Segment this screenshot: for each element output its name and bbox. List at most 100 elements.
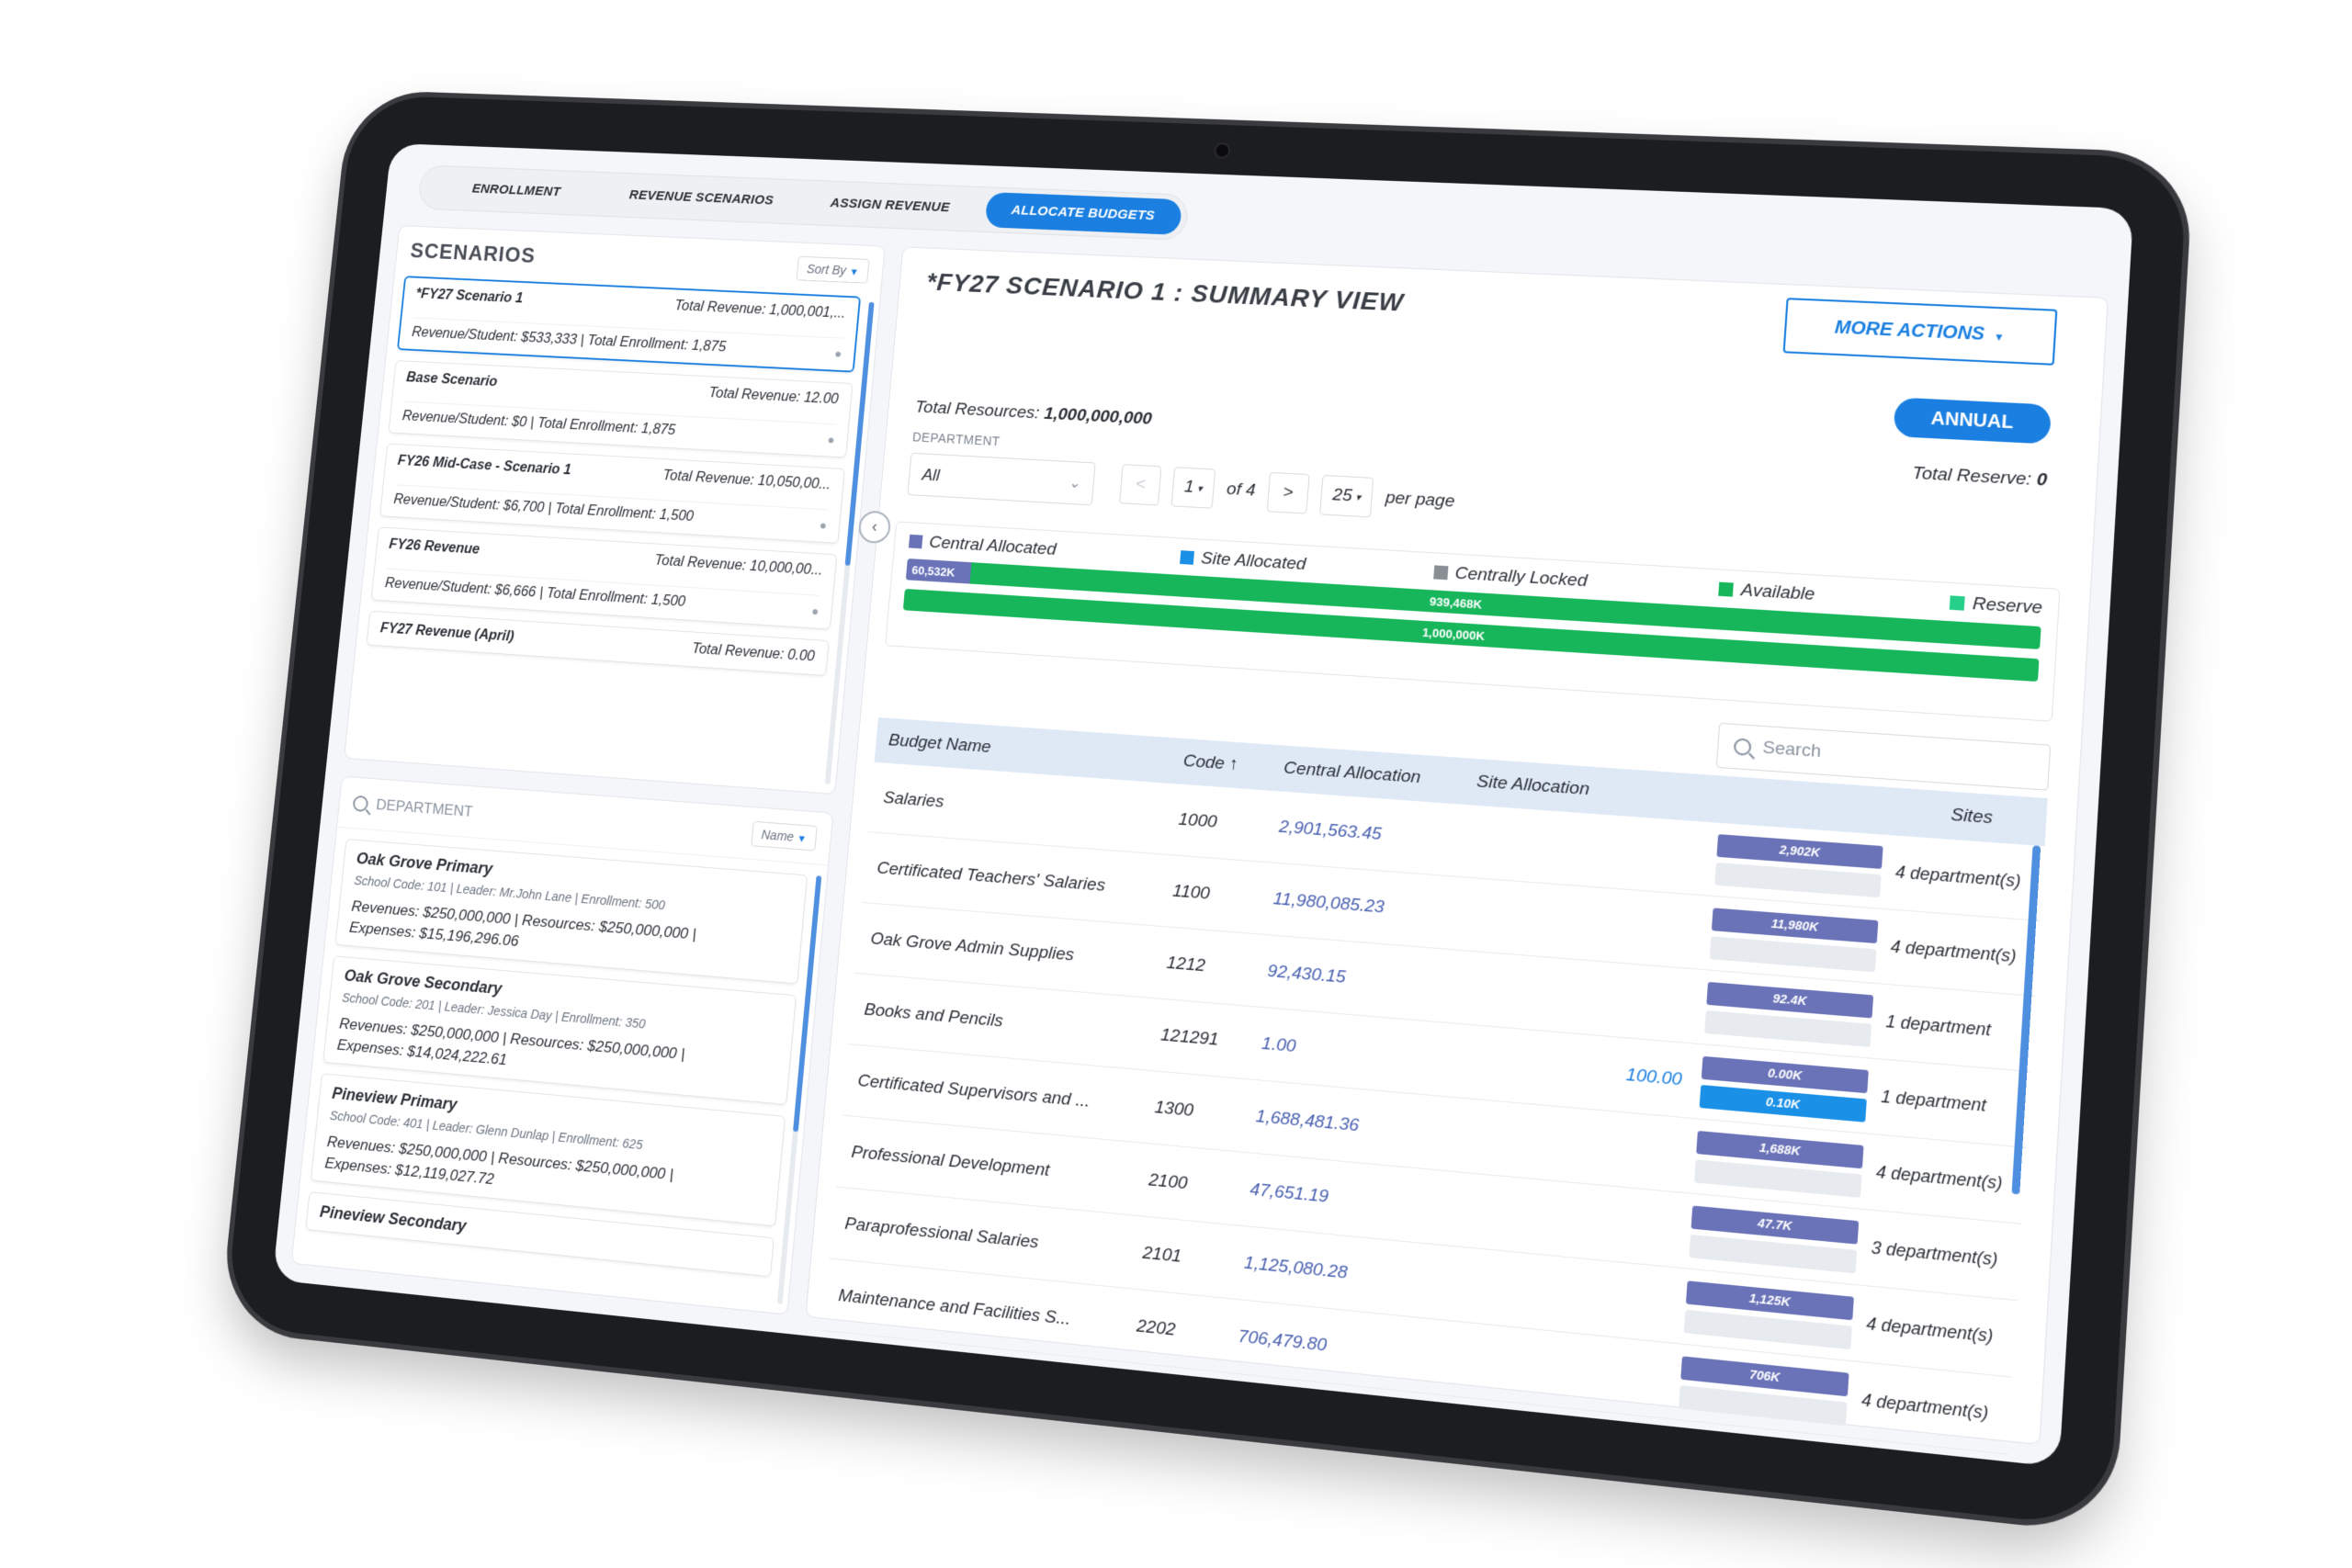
sites-count[interactable]: 1 department xyxy=(1881,1087,1987,1116)
sites-count[interactable]: 1 department xyxy=(1885,1011,1992,1040)
allocation-bars: 2,902K xyxy=(1714,833,1883,897)
budget-name: Fundraiser Funds xyxy=(824,1429,960,1465)
legend-label: Available xyxy=(1740,580,1816,605)
budget-name: Oak Grove Admin Supplies xyxy=(869,929,1075,965)
annual-toggle-button[interactable]: ANNUAL xyxy=(1893,397,2052,445)
central-allocation-value[interactable]: 1,688,481.36 xyxy=(1255,1106,1451,1145)
tab-revenue-scenarios[interactable]: REVENUE SCENARIOS xyxy=(606,177,797,220)
caret-down-icon: ▼ xyxy=(1993,332,2005,344)
total-resources: Total Resources: 1,000,000,000 xyxy=(914,398,1152,430)
scenario-card-bottom: Revenue/Student: $0 | Total Enrollment: … xyxy=(401,400,837,448)
central-allocation-value[interactable]: 11,980,085.23 xyxy=(1272,889,1467,925)
scenario-card[interactable]: FY26 Mid-Case - Scenario 1 Total Revenue:… xyxy=(379,443,845,544)
central-allocation-value[interactable]: 92,430.15 xyxy=(1267,961,1463,998)
allocation-cell: 11,980K 4 department(s) xyxy=(1710,907,2026,984)
scenarios-panel: SCENARIOS Sort By ▼ *FY27 Scenario 1 Total… xyxy=(343,225,886,795)
central-allocation-value[interactable]: 706,479.80 xyxy=(1238,1326,1434,1368)
user-icon: ● xyxy=(810,604,820,619)
site-allocation-value[interactable] xyxy=(1439,1282,1686,1306)
legend-swatch xyxy=(1718,581,1735,597)
user-icon: ● xyxy=(826,432,836,447)
budget-code: 3001 xyxy=(1124,1463,1227,1467)
caret-down-icon: ▼ xyxy=(849,266,860,278)
budget-name: Certificated Supervisors and ... xyxy=(856,1070,1091,1111)
sort-ascending-icon: ↑ xyxy=(1228,754,1239,775)
column-sites[interactable]: Sites xyxy=(1720,789,2032,832)
budget-code: 1100 xyxy=(1171,881,1211,904)
central-allocation-value[interactable]: 47,651.19 xyxy=(1250,1179,1446,1219)
sites-count[interactable]: 3 department(s) xyxy=(1871,1238,1998,1270)
column-code[interactable]: Code ↑ xyxy=(1182,751,1284,779)
site-allocation-value[interactable] xyxy=(1444,1208,1690,1231)
caret-down-icon: ▼ xyxy=(797,832,808,845)
name-sort-dropdown[interactable]: Name ▼ xyxy=(751,820,818,852)
site-allocation-value[interactable] xyxy=(1433,1357,1680,1382)
budget-code: 2101 xyxy=(1141,1242,1182,1267)
scenario-total-revenue: Total Revenue: 10,000,00... xyxy=(653,553,824,579)
legend-item: Reserve xyxy=(1949,592,2042,619)
budget-name: Paraprofessional Salaries xyxy=(843,1213,1040,1253)
sort-by-dropdown[interactable]: Sort By ▼ xyxy=(796,255,870,284)
next-page-button[interactable]: > xyxy=(1266,471,1310,514)
department-filter-label: DEPARTMENT xyxy=(911,429,1001,449)
sites-count[interactable]: 4 department(s) xyxy=(1875,1162,2003,1194)
sites-count[interactable]: 4 department(s) xyxy=(1890,937,2017,967)
scenario-meta: Revenue/Student: $0 | Total Enrollment: … xyxy=(401,409,676,438)
site-allocation-value[interactable] xyxy=(1450,1134,1696,1156)
collapse-chevron-left-icon[interactable]: ‹ xyxy=(857,510,892,545)
central-allocation-value[interactable]: 1,125,080.28 xyxy=(1243,1253,1440,1293)
budget-code: 1212 xyxy=(1166,953,1206,976)
central-allocation-value[interactable]: 2,901,563.45 xyxy=(1278,817,1473,852)
app-screen: ENROLLMENT REVENUE SCENARIOS ASSIGN REVE… xyxy=(272,142,2134,1468)
allocation-bars: 47.7K xyxy=(1689,1204,1860,1273)
budget-name: Books and Pencils xyxy=(863,999,1004,1032)
user-icon: ● xyxy=(833,345,843,361)
department-filter-value: All xyxy=(921,465,941,484)
sites-count[interactable]: 4 department(s) xyxy=(1860,1390,1989,1424)
per-page-label: per page xyxy=(1385,488,1456,512)
per-page-value: 25 xyxy=(1331,485,1353,506)
department-filter-select[interactable]: All ⌄ xyxy=(907,452,1096,506)
more-actions-button[interactable]: MORE ACTIONS ▼ xyxy=(1782,298,2058,366)
scenario-total-revenue: Total Revenue: 1,000,001,... xyxy=(673,298,847,321)
column-budget-name[interactable]: Budget Name xyxy=(888,731,1184,772)
scenario-meta: Revenue/Student: $533,333 | Total Enroll… xyxy=(411,324,727,355)
per-page-select[interactable]: 25 ▾ xyxy=(1318,474,1374,518)
total-reserve-value: 0 xyxy=(2036,469,2048,491)
scenario-list: *FY27 Scenario 1 Total Revenue: 1,000,001… xyxy=(356,276,880,678)
site-allocation-value[interactable] xyxy=(1462,987,1707,1008)
more-actions-label: MORE ACTIONS xyxy=(1834,317,1985,344)
legend-item: Centrally Locked xyxy=(1432,562,1588,592)
total-reserve-label: Total Reserve: xyxy=(1911,463,2032,490)
column-central-allocation[interactable]: Central Allocation xyxy=(1283,759,1477,793)
scenario-name: FY27 Revenue (April) xyxy=(379,620,515,645)
sort-by-label: Sort By xyxy=(806,261,847,277)
prev-page-button[interactable]: < xyxy=(1119,464,1162,506)
department-search-field[interactable]: DEPARTMENT xyxy=(352,794,473,820)
sites-count[interactable]: 4 department(s) xyxy=(1894,863,2021,892)
scenarios-title: SCENARIOS xyxy=(409,239,537,268)
user-icon: ● xyxy=(819,517,828,533)
search-icon xyxy=(1733,738,1752,756)
central-allocation-bar: 2,902K xyxy=(1716,833,1883,869)
page-select[interactable]: 1 ▾ xyxy=(1170,467,1216,509)
scenario-card-top: Base Scenario Total Revenue: 12.00 xyxy=(405,370,839,408)
sites-count[interactable]: 4 department(s) xyxy=(1866,1314,1994,1347)
tab-enrollment[interactable]: ENROLLMENT xyxy=(424,170,610,211)
column-site-allocation[interactable]: Site Allocation xyxy=(1476,772,1721,809)
scenario-total-revenue: Total Revenue: 10,050,00... xyxy=(662,468,831,493)
site-allocation-value[interactable]: 100.00 xyxy=(1455,1050,1702,1092)
legend-swatch xyxy=(1432,565,1449,581)
budget-code: 1000 xyxy=(1177,809,1218,832)
tablet-device: ENROLLMENT REVENUE SCENARIOS ASSIGN REVE… xyxy=(223,95,2188,1529)
allocation-summary: Central Allocated Site Allocated Centrally… xyxy=(885,521,2061,722)
scenario-card[interactable]: Base Scenario Total Revenue: 12.00 Revenue… xyxy=(388,360,854,458)
central-allocation-value[interactable]: 1.00 xyxy=(1261,1033,1456,1071)
tab-allocate-budgets[interactable]: ALLOCATE BUDGETS xyxy=(984,192,1182,235)
tab-assign-revenue[interactable]: ASSIGN REVENUE xyxy=(793,185,987,227)
budget-name: Salaries xyxy=(882,787,945,812)
legend-swatch xyxy=(908,534,923,549)
site-allocation-value[interactable] xyxy=(1472,841,1716,860)
budget-table: Budget Name Code ↑ Central Allocation Si… xyxy=(809,716,2048,1468)
site-allocation-value[interactable] xyxy=(1466,914,1711,933)
